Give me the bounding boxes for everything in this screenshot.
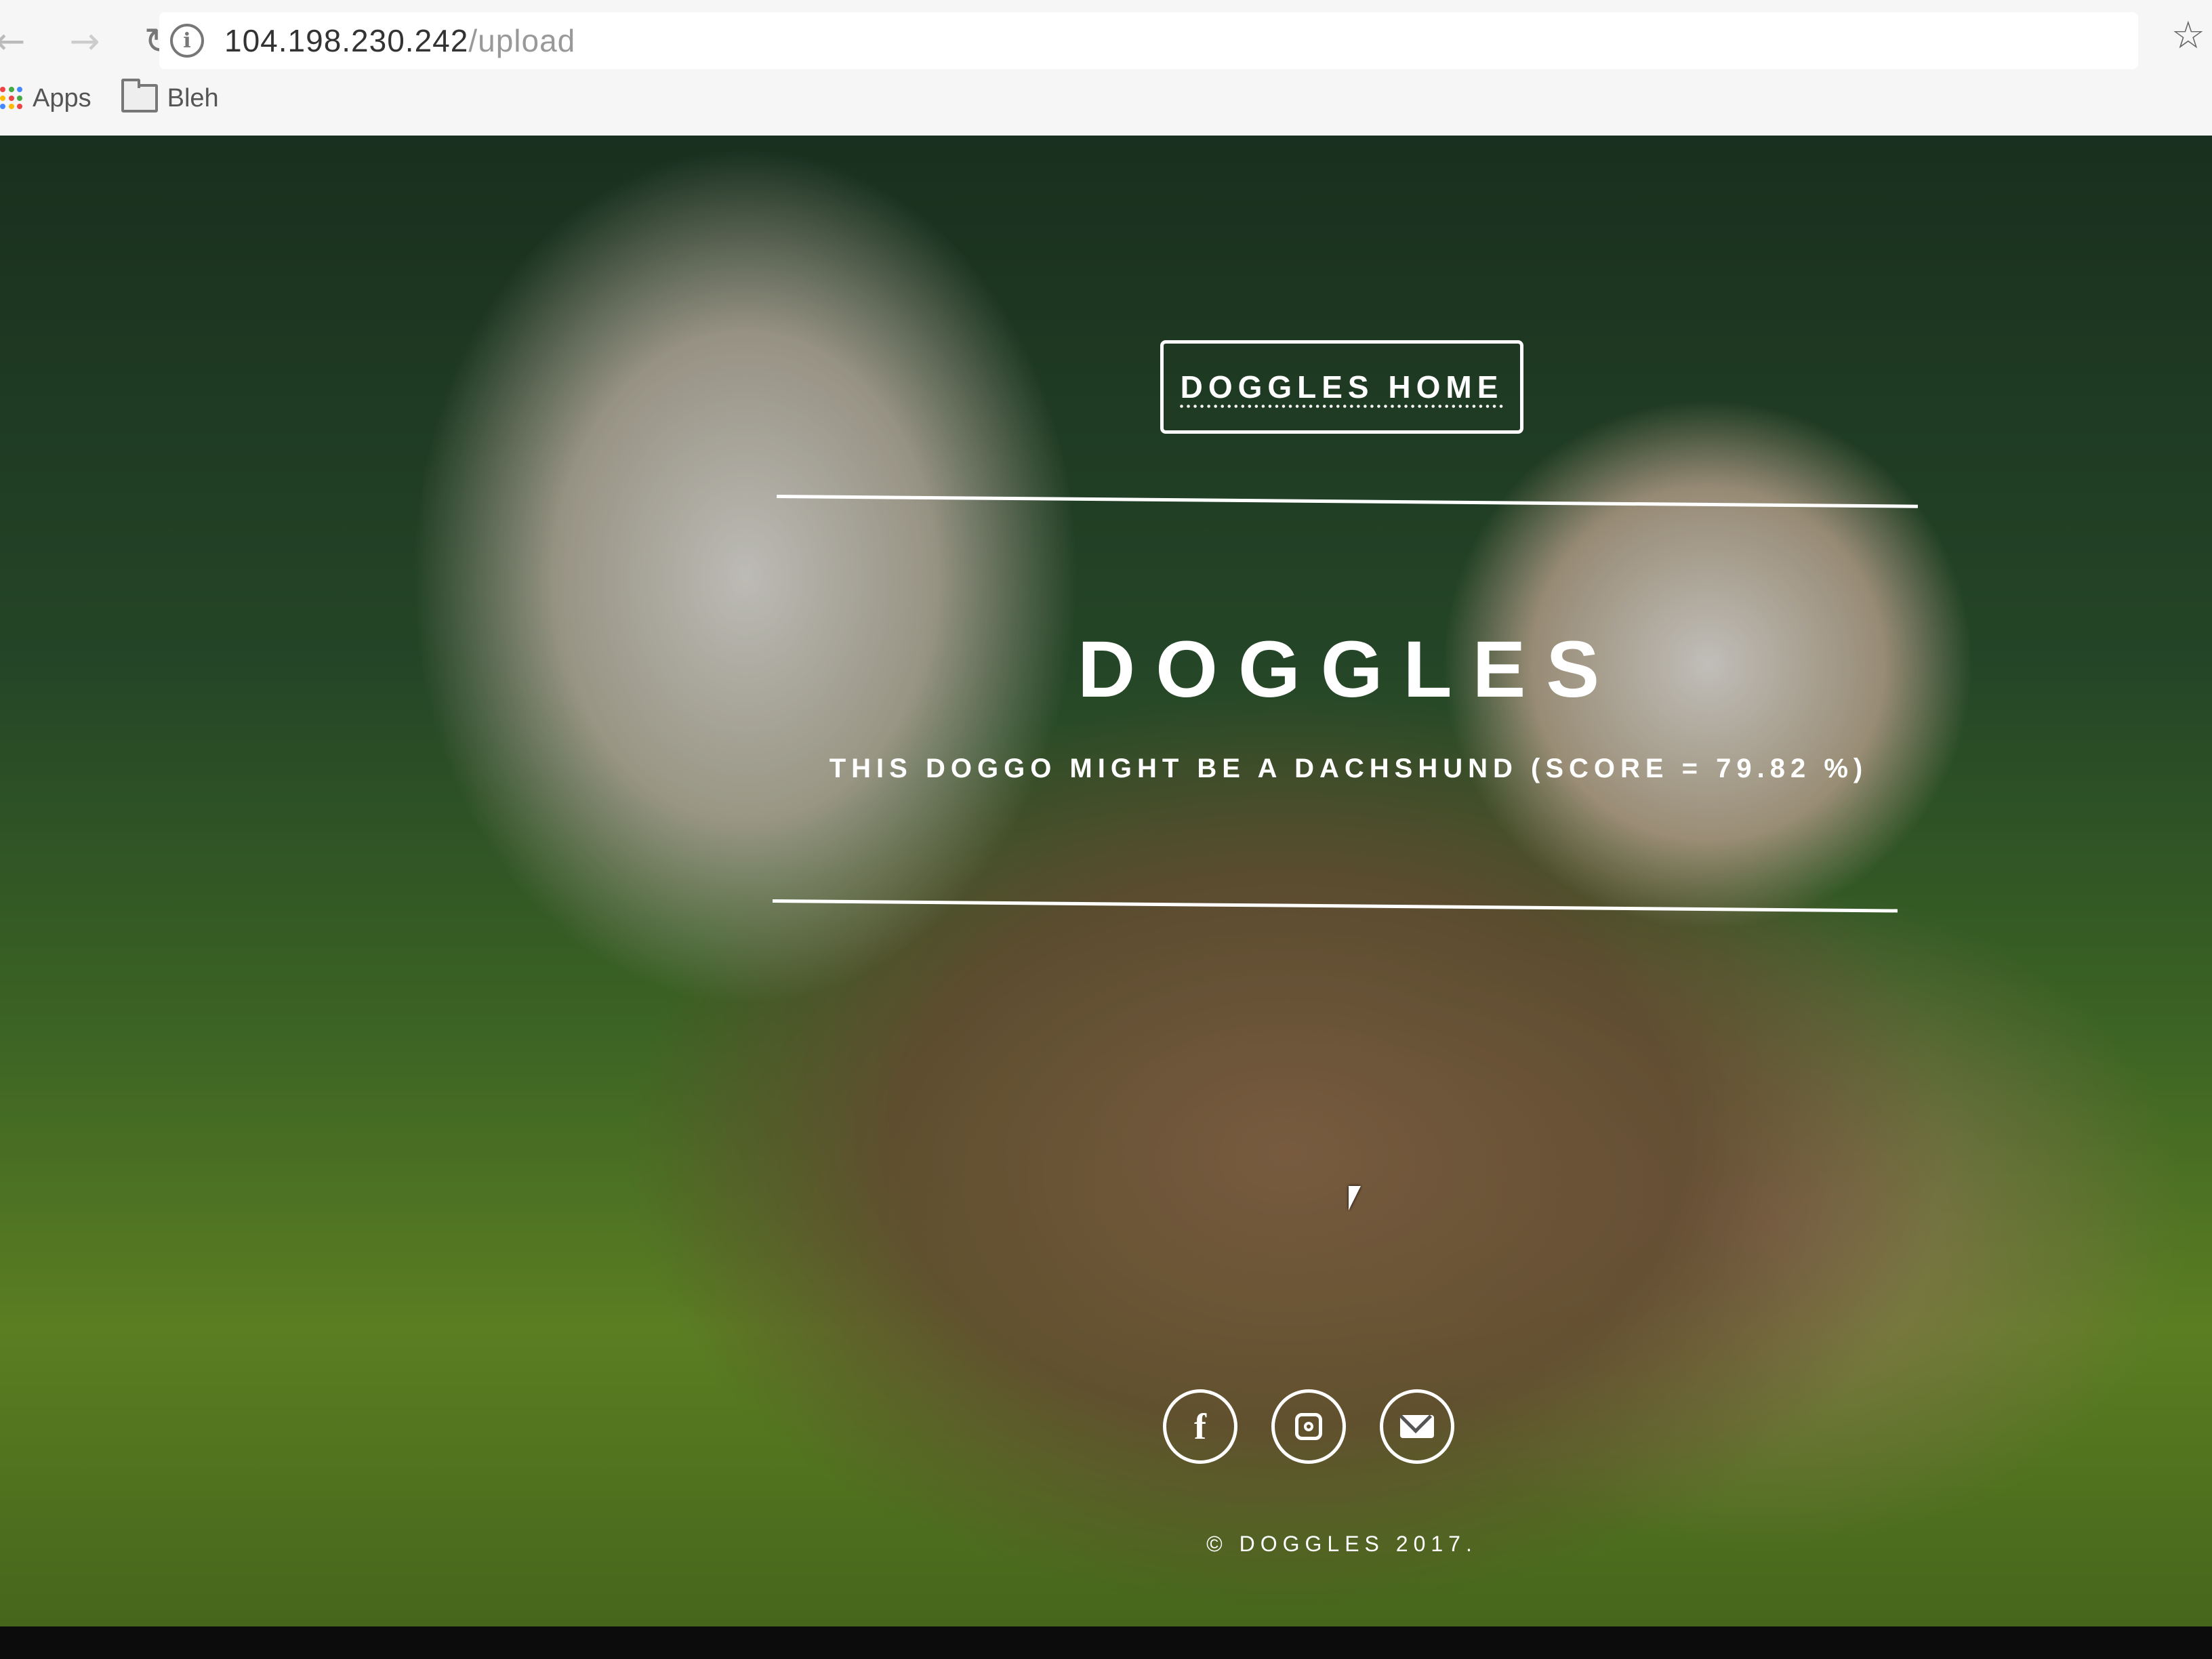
prediction-result: THIS DOGGO MIGHT BE A DACHSHUND (SCORE =… [829,754,1868,783]
info-icon[interactable]: i [170,24,204,58]
forward-arrow-icon[interactable]: → [61,17,108,64]
address-bar[interactable]: i 104.198.230.242/upload [159,12,2138,69]
url-host: 104.198.230.242 [224,23,469,58]
bookmarks-bar: Apps Bleh [0,76,219,121]
bookmark-star-icon[interactable]: ☆ [2171,14,2205,58]
background-overlay [0,136,2212,1626]
url-text[interactable]: 104.198.230.242/upload [224,22,575,59]
folder-icon[interactable] [121,79,158,112]
email-button[interactable] [1380,1389,1454,1464]
monitor-bezel [0,1626,2212,1659]
page-hero-background: DOGGLES HOME DOGGLES THIS DOGGO MIGHT BE… [0,136,2212,1626]
apps-grid-icon[interactable] [0,87,23,110]
doggles-home-button[interactable]: DOGGLES HOME [1160,340,1523,434]
site-title: DOGGLES [1077,625,1620,714]
mouse-cursor-icon [1349,1186,1361,1210]
url-path: /upload [468,23,576,58]
copyright-text: © DOGGLES 2017. [1206,1532,1477,1556]
browser-chrome: ← → ↻ i 104.198.230.242/upload ☆ Apps Bl… [0,0,2212,137]
facebook-icon: f [1194,1406,1206,1447]
back-arrow-icon[interactable]: ← [0,17,34,64]
facebook-button[interactable]: f [1163,1389,1237,1464]
email-icon [1400,1415,1434,1438]
bookmark-apps[interactable]: Apps [33,84,91,113]
instagram-icon [1295,1413,1322,1440]
instagram-button[interactable] [1271,1389,1346,1464]
bookmark-bleh[interactable]: Bleh [167,84,219,113]
